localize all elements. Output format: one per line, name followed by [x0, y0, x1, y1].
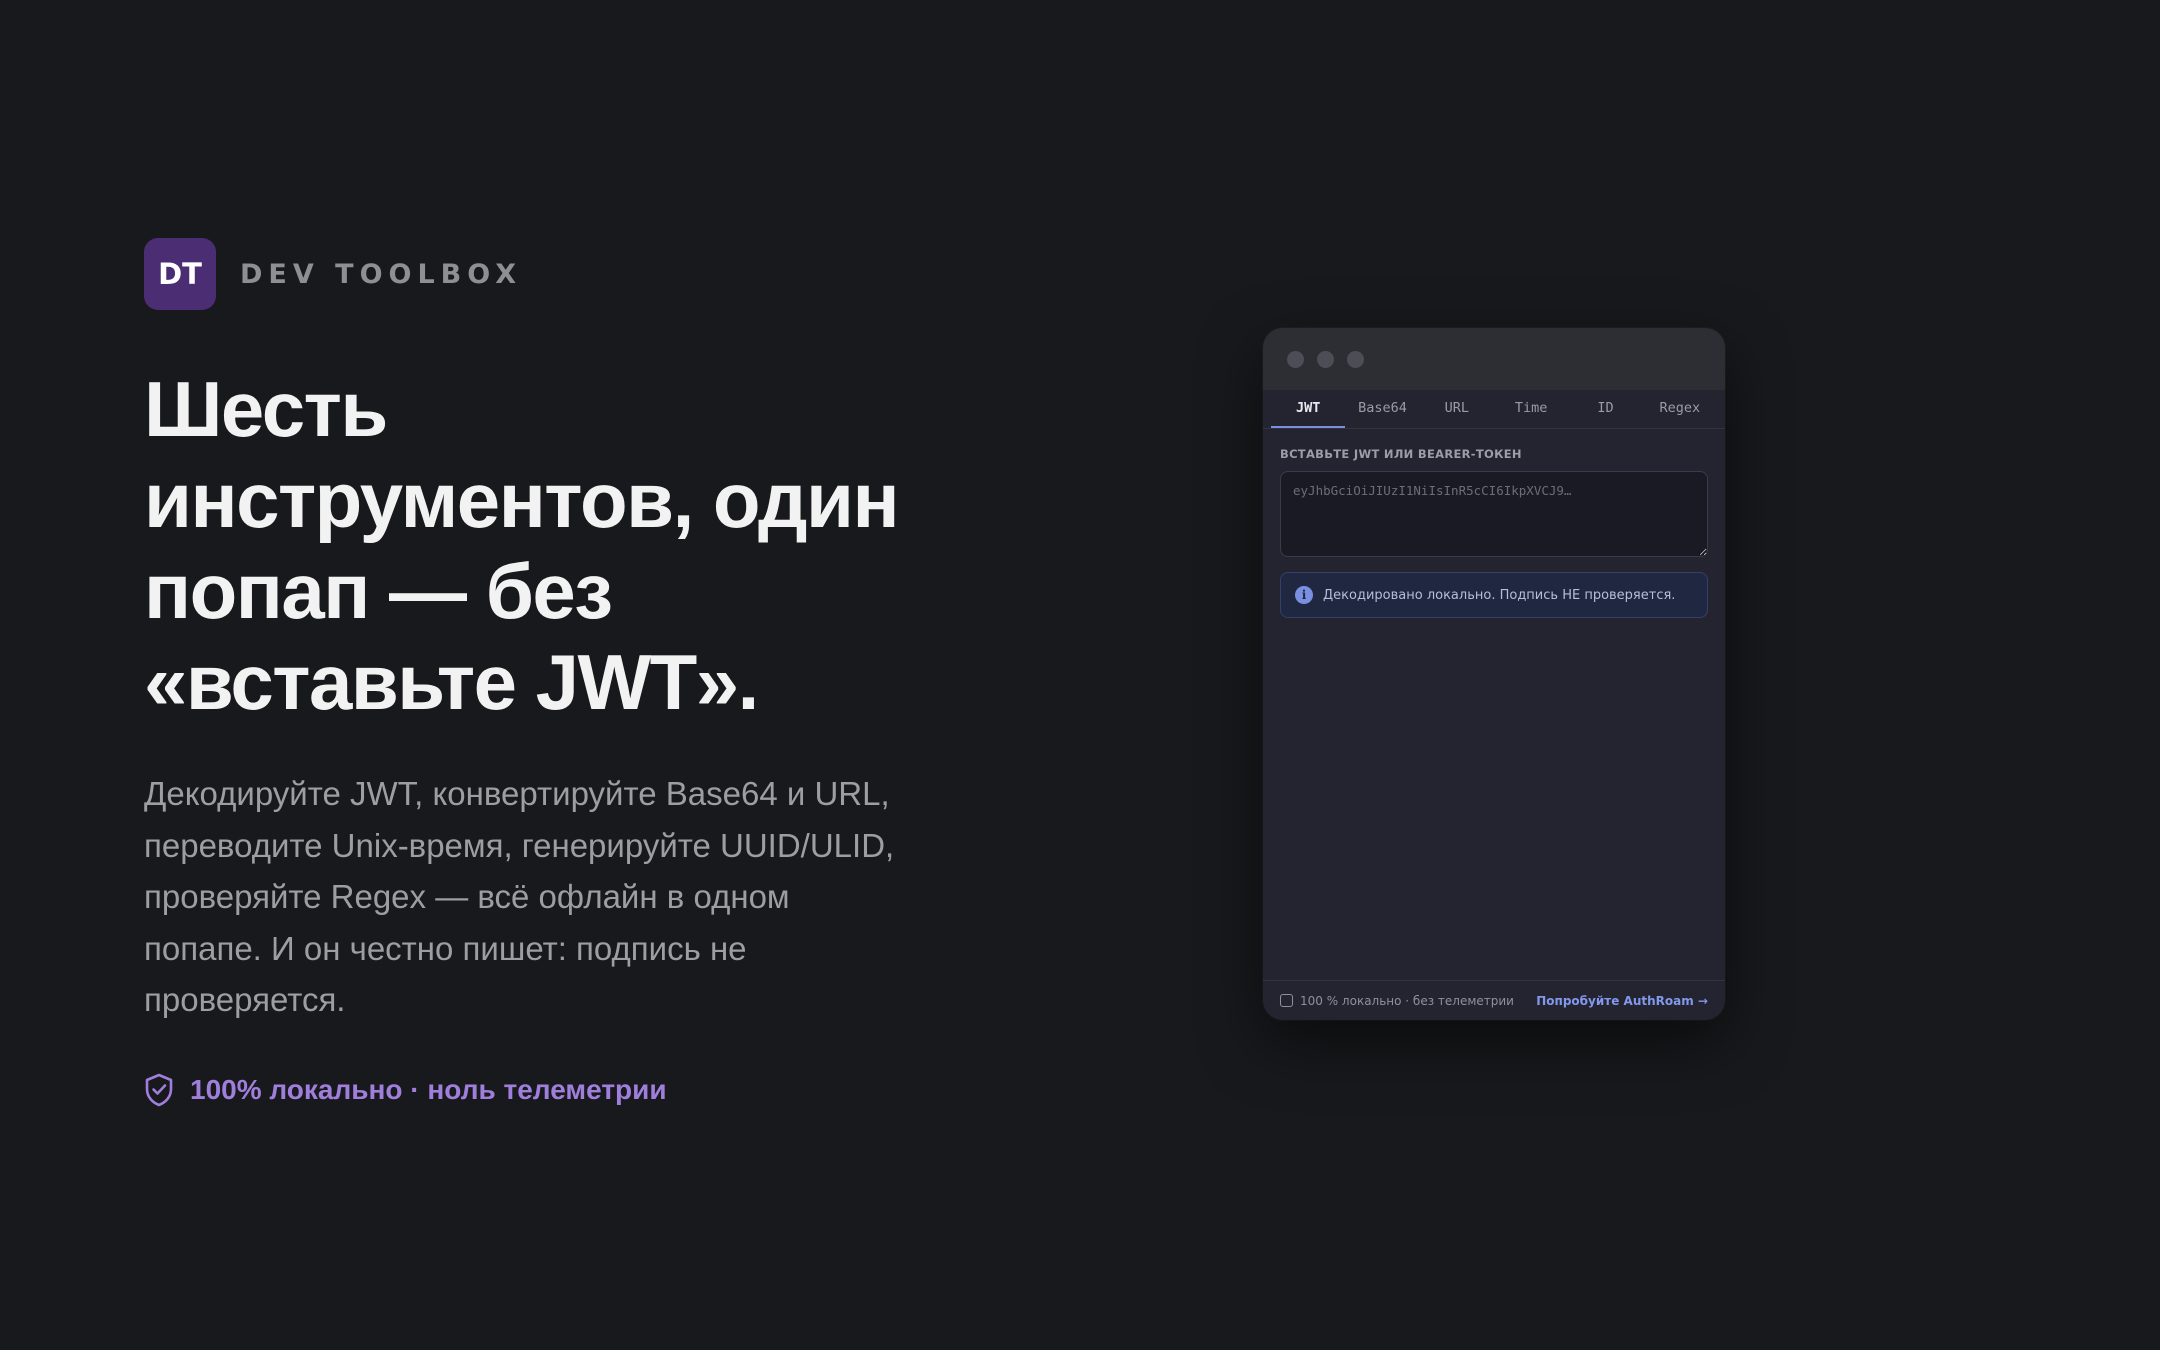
privacy-text: 100% локально · ноль телеметрии — [190, 1074, 667, 1105]
footer-local-text: 100 % локально · без телеметрии — [1300, 993, 1514, 1008]
popup-footer: 100 % локально · без телеметрии Попробуй… — [1263, 980, 1725, 1020]
tab-id[interactable]: ID — [1568, 390, 1642, 428]
info-icon: i — [1295, 586, 1313, 604]
window-maximize-dot[interactable] — [1347, 350, 1364, 368]
token-field-label: ВСТАВЬТЕ JWT ИЛИ BEARER-ТОКЕН — [1280, 447, 1522, 461]
window-titlebar — [1263, 328, 1725, 390]
tab-url[interactable]: URL — [1420, 390, 1494, 428]
shield-check-icon — [144, 1073, 174, 1107]
tab-regex[interactable]: Regex — [1643, 390, 1717, 428]
authroam-cta-link[interactable]: Попробуйте AuthRoam → — [1536, 994, 1708, 1008]
brand: DT DEV TOOLBOX — [144, 238, 522, 310]
popup-body: ВСТАВЬТЕ JWT ИЛИ BEARER-ТОКЕН i Декодиро… — [1263, 429, 1725, 618]
tab-time[interactable]: Time — [1494, 390, 1568, 428]
window-close-dot[interactable] — [1287, 350, 1304, 368]
local-checkbox[interactable] — [1280, 994, 1293, 1007]
footer-local-status: 100 % локально · без телеметрии — [1280, 994, 1514, 1008]
hero-subtitle: Декодируйте JWT, конвертируйте Base64 и … — [144, 775, 895, 1018]
window-minimize-dot[interactable] — [1317, 350, 1334, 368]
tab-jwt[interactable]: JWT — [1271, 390, 1346, 428]
hero-headline: Шесть инструментов, один попап — без «вс… — [144, 365, 900, 726]
tool-tabs: JWT Base64 URL Time ID Regex — [1263, 390, 1725, 429]
privacy-badge: 100% локально · ноль телеметрии — [144, 1070, 667, 1110]
brand-logo: DT — [144, 238, 216, 310]
tab-base64[interactable]: Base64 — [1345, 390, 1419, 428]
notice-text: Декодировано локально. Подпись НЕ провер… — [1323, 587, 1676, 603]
decode-notice: i Декодировано локально. Подпись НЕ пров… — [1280, 572, 1708, 618]
brand-name: DEV TOOLBOX — [240, 258, 523, 290]
extension-popup: JWT Base64 URL Time ID Regex ВСТАВЬТЕ JW… — [1263, 328, 1725, 1020]
token-input[interactable] — [1280, 471, 1708, 557]
